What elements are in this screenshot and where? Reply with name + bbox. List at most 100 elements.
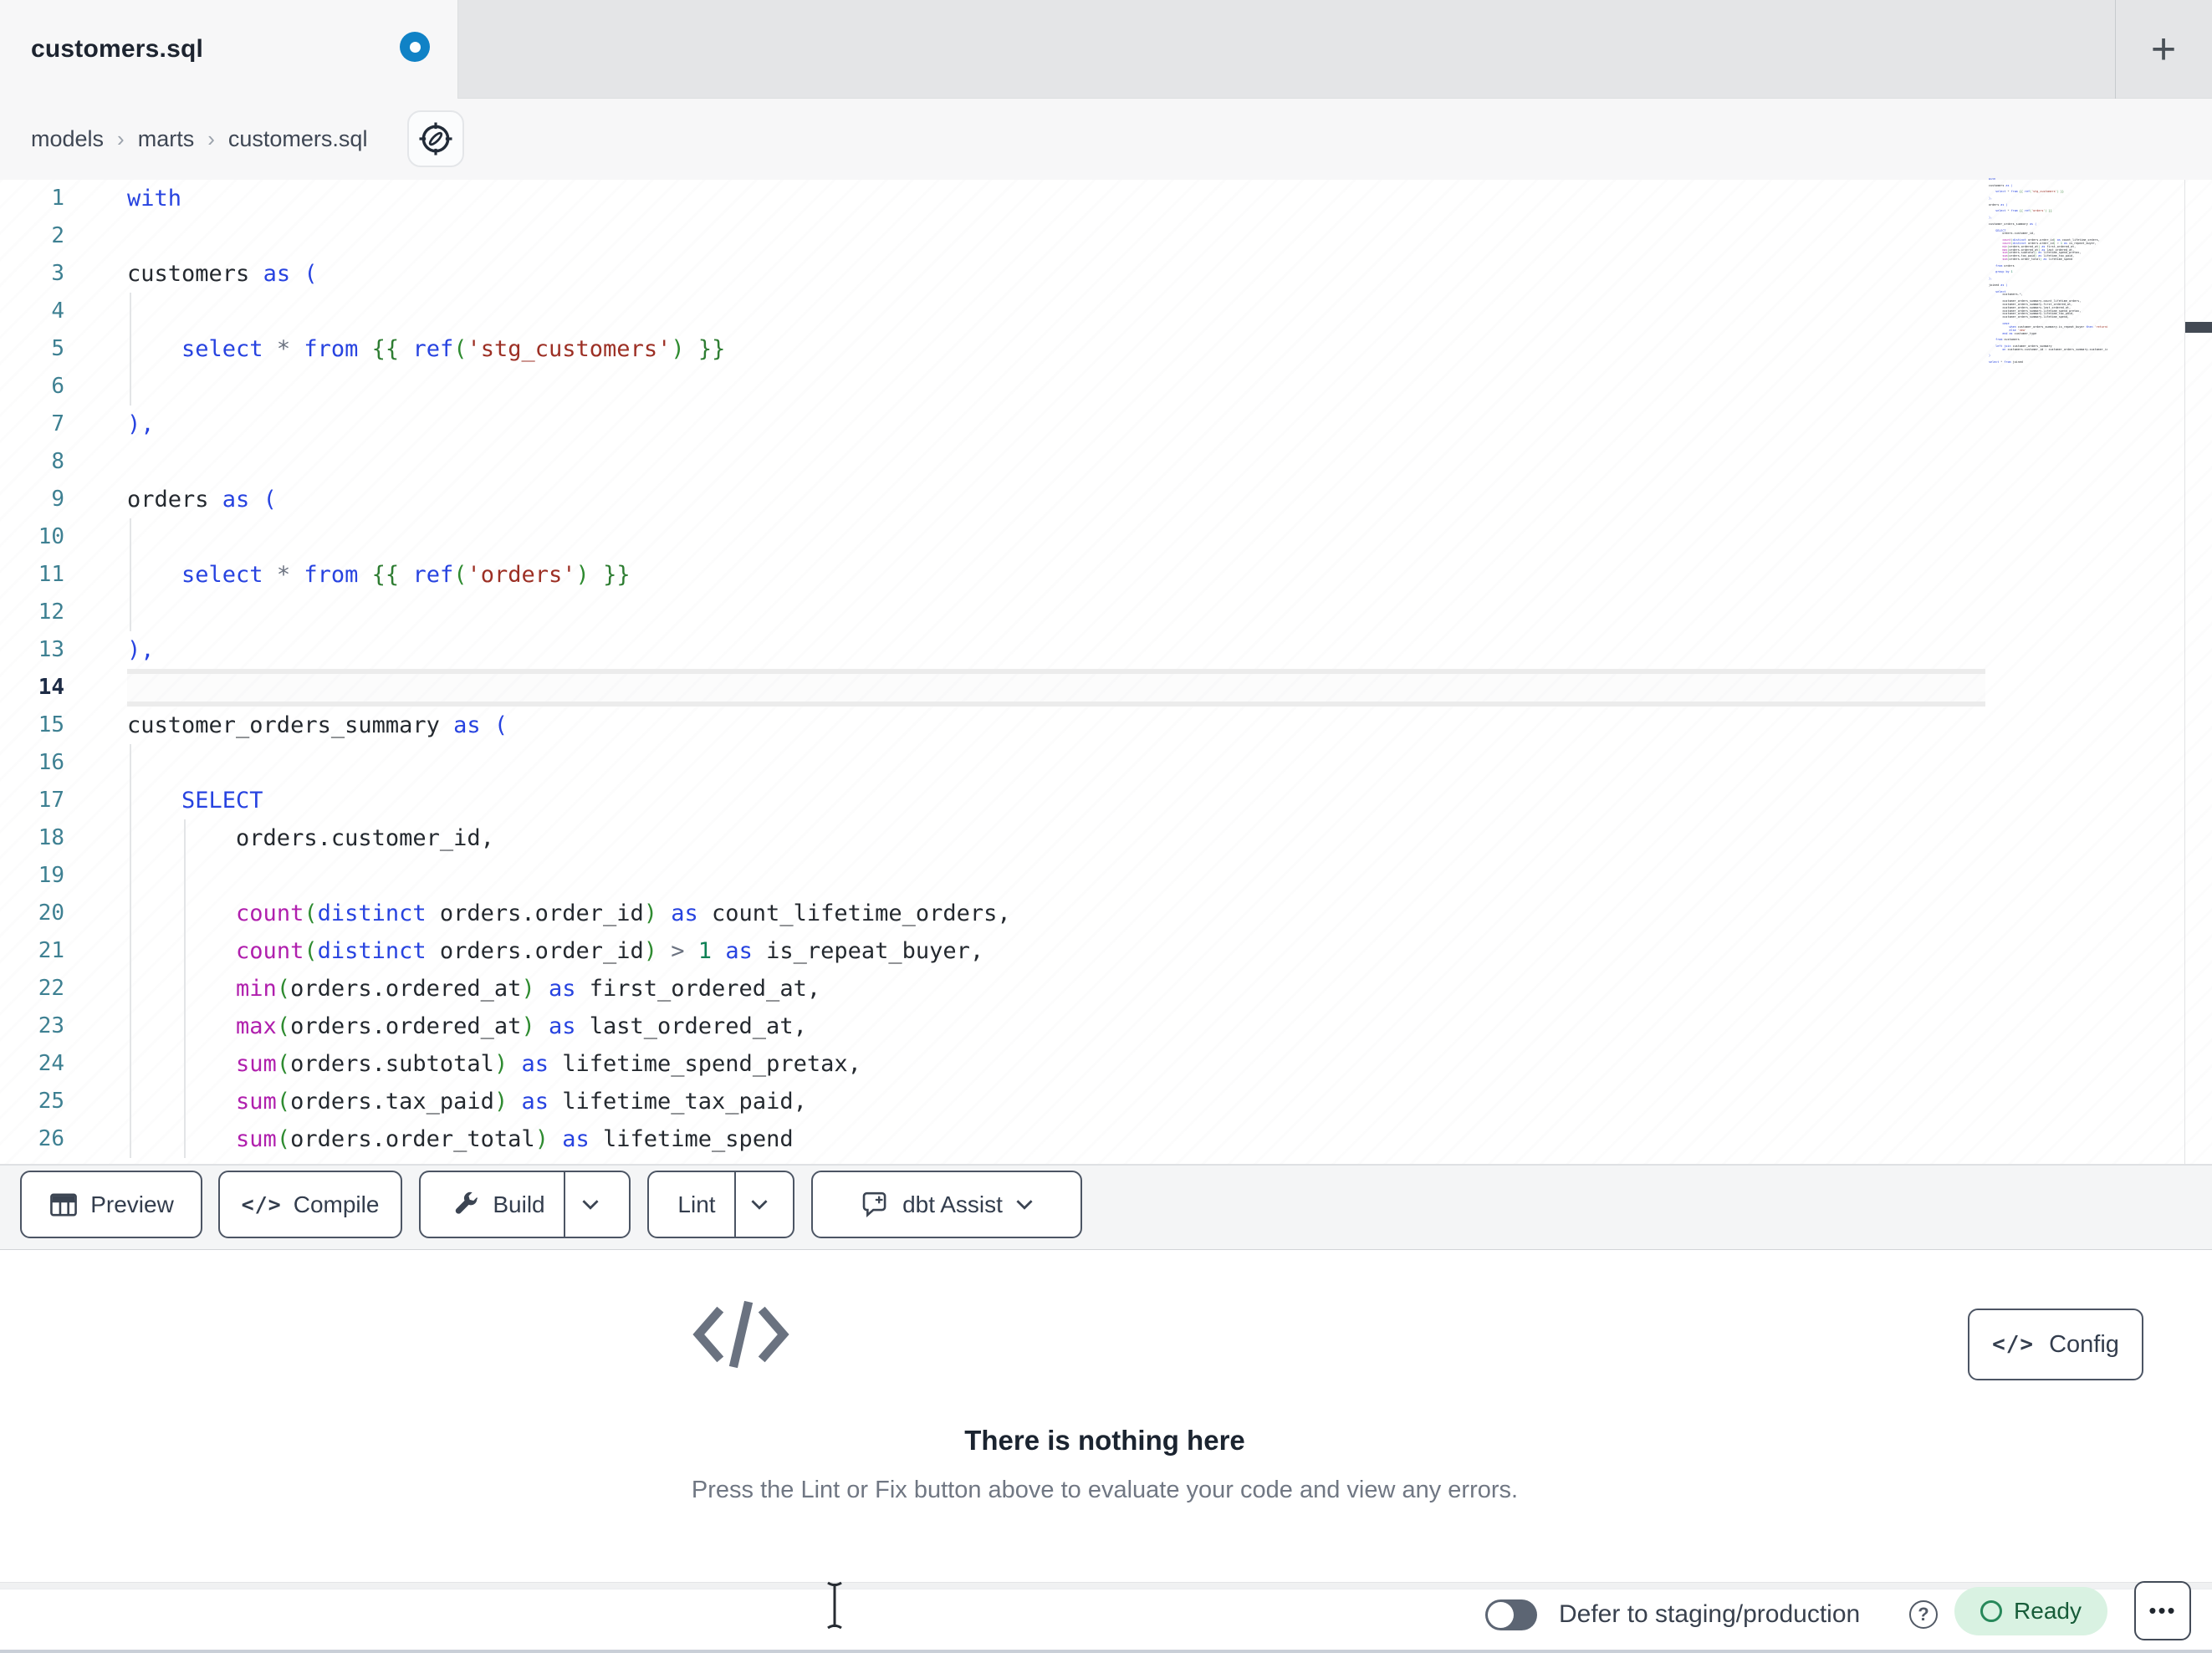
new-tab-button[interactable]: + (2131, 18, 2196, 80)
code-line-content: ), (127, 637, 155, 663)
file-tab[interactable]: customers.sql (0, 0, 458, 99)
breadcrumb: models › marts › customers.sql (31, 99, 367, 180)
editor-toolbar: Preview </> Compile Build Lint dbt Assis… (0, 1165, 2212, 1250)
code-line[interactable]: 9 orders as ( (0, 481, 2184, 518)
line-number: 15 (38, 712, 64, 737)
code-line-content: orders as ( (127, 487, 277, 513)
lineage-compass-button[interactable] (407, 110, 464, 167)
config-button[interactable]: </> Config (1968, 1309, 2143, 1380)
code-line[interactable]: 1 with (0, 180, 2184, 217)
empty-state: There is nothing here Press the Lint or … (687, 1296, 1523, 1504)
line-number: 1 (51, 186, 64, 211)
code-line[interactable]: 11 select * from {{ ref('orders') }} (0, 556, 2184, 594)
breadcrumb-item-file[interactable]: customers.sql (228, 126, 368, 152)
code-line[interactable]: 3 customers as ( (0, 255, 2184, 293)
code-line[interactable]: 15 customer_orders_summary as ( (0, 707, 2184, 744)
lint-button[interactable]: Lint (659, 1172, 733, 1237)
code-line[interactable]: 2 (0, 217, 2184, 255)
line-number: 2 (51, 223, 64, 248)
build-split-button: Build (419, 1171, 631, 1238)
chevron-right-icon: › (207, 126, 215, 151)
compile-button[interactable]: </> Compile (218, 1171, 402, 1238)
dbt-assist-button[interactable]: dbt Assist (811, 1171, 1082, 1238)
code-brackets-icon (687, 1296, 1523, 1373)
table-grid-icon (49, 1191, 79, 1219)
line-number: 7 (51, 411, 64, 436)
code-line[interactable]: 4 (0, 293, 2184, 330)
file-tab-title: customers.sql (31, 35, 204, 63)
build-button[interactable]: Build (434, 1172, 563, 1237)
code-line-content: select * from {{ ref('orders') }} (181, 562, 631, 588)
tab-bar-divider (2115, 0, 2116, 99)
lint-dropdown-button[interactable] (736, 1172, 783, 1237)
editor-scrollbar-thumb[interactable] (2185, 322, 2212, 333)
breadcrumb-item-models[interactable]: models (31, 126, 104, 152)
status-bar: Defer to staging/production ? Ready ••• (0, 1581, 2212, 1650)
line-number: 25 (38, 1089, 64, 1114)
line-number: 17 (38, 788, 64, 813)
file-header: models › marts › customers.sql Save (0, 99, 2212, 269)
code-line[interactable]: 22 min(orders.ordered_at) as first_order… (0, 970, 2184, 1008)
code-line[interactable]: 18 orders.customer_id, (0, 819, 2184, 857)
chevron-down-icon (580, 1198, 600, 1211)
line-number: 11 (38, 562, 64, 587)
code-line[interactable]: 24 sum(orders.subtotal) as lifetime_spen… (0, 1045, 2184, 1083)
code-line[interactable]: 19 (0, 857, 2184, 895)
code-line[interactable]: 13), (0, 631, 2184, 669)
breadcrumb-item-marts[interactable]: marts (138, 126, 195, 152)
defer-toggle[interactable] (1485, 1599, 1537, 1630)
code-line-content: ), (127, 411, 155, 437)
empty-state-title: There is nothing here (964, 1425, 1245, 1456)
lint-split-button: Lint (647, 1171, 794, 1238)
build-dropdown-button[interactable] (565, 1172, 616, 1237)
code-line[interactable]: 8 (0, 443, 2184, 481)
code-line[interactable]: 7), (0, 406, 2184, 443)
toggle-knob (1488, 1602, 1514, 1628)
more-options-button[interactable]: ••• (2134, 1581, 2191, 1640)
code-line[interactable]: 5 select * from {{ ref('stg_customers') … (0, 330, 2184, 368)
minimap[interactable]: with customers as ( select * from {{ ref… (1989, 178, 2107, 387)
code-line[interactable]: 6 (0, 368, 2184, 406)
code-line-content: count(distinct orders.order_id) as count… (236, 900, 1011, 926)
code-line[interactable]: 12 (0, 594, 2184, 631)
line-number: 3 (51, 261, 64, 286)
code-quality-panel: There is nothing here Press the Lint or … (0, 1250, 2212, 1582)
statusbar-divider (0, 1582, 2212, 1589)
text-cursor-pointer (824, 1579, 845, 1632)
code-line[interactable]: 26 sum(orders.order_total) as lifetime_s… (0, 1120, 2184, 1158)
line-number: 6 (51, 374, 64, 399)
indent-guide (184, 819, 186, 1158)
line-number: 14 (38, 675, 64, 700)
code-line-content: select * from {{ ref('stg_customers') }} (181, 336, 726, 362)
chevron-down-icon (749, 1198, 769, 1211)
ready-circle-icon (1980, 1600, 2003, 1622)
code-line-content: with (127, 186, 182, 212)
code-line[interactable]: 16 (0, 744, 2184, 782)
code-line[interactable]: 10 (0, 518, 2184, 556)
compass-icon (416, 120, 455, 158)
tab-bar: customers.sql + (0, 0, 2212, 99)
code-line[interactable]: 23 max(orders.ordered_at) as last_ordere… (0, 1008, 2184, 1045)
help-icon[interactable]: ? (1909, 1600, 1938, 1629)
code-line[interactable]: 20 count(distinct orders.order_id) as co… (0, 895, 2184, 932)
code-lines[interactable]: 1 with 2 3 customers as ( 4 5 select * from {{… (0, 180, 2184, 1158)
code-line[interactable]: 14 (0, 669, 2184, 707)
line-number: 23 (38, 1013, 64, 1038)
line-number: 8 (51, 449, 64, 474)
line-number: 4 (51, 298, 64, 324)
chevron-down-icon (1014, 1198, 1034, 1211)
preview-button[interactable]: Preview (20, 1171, 202, 1238)
code-line-content: count(distinct orders.order_id) > 1 as i… (236, 938, 984, 964)
indent-guide (130, 293, 131, 406)
line-number: 12 (38, 599, 64, 625)
code-line[interactable]: 21 count(distinct orders.order_id) > 1 a… (0, 932, 2184, 970)
indent-guide (130, 518, 131, 631)
line-number: 19 (38, 863, 64, 888)
code-line[interactable]: 25 sum(orders.tax_paid) as lifetime_tax_… (0, 1083, 2184, 1120)
code-line-content: sum(orders.tax_paid) as lifetime_tax_pai… (236, 1089, 807, 1115)
code-editor[interactable]: 1 with 2 3 customers as ( 4 5 select * from {{… (0, 178, 2212, 1164)
code-line-content: customer_orders_summary as ( (127, 712, 508, 738)
code-line[interactable]: 17 SELECT (0, 782, 2184, 819)
line-number: 21 (38, 938, 64, 963)
empty-state-subtitle: Press the Lint or Fix button above to ev… (691, 1477, 1519, 1503)
